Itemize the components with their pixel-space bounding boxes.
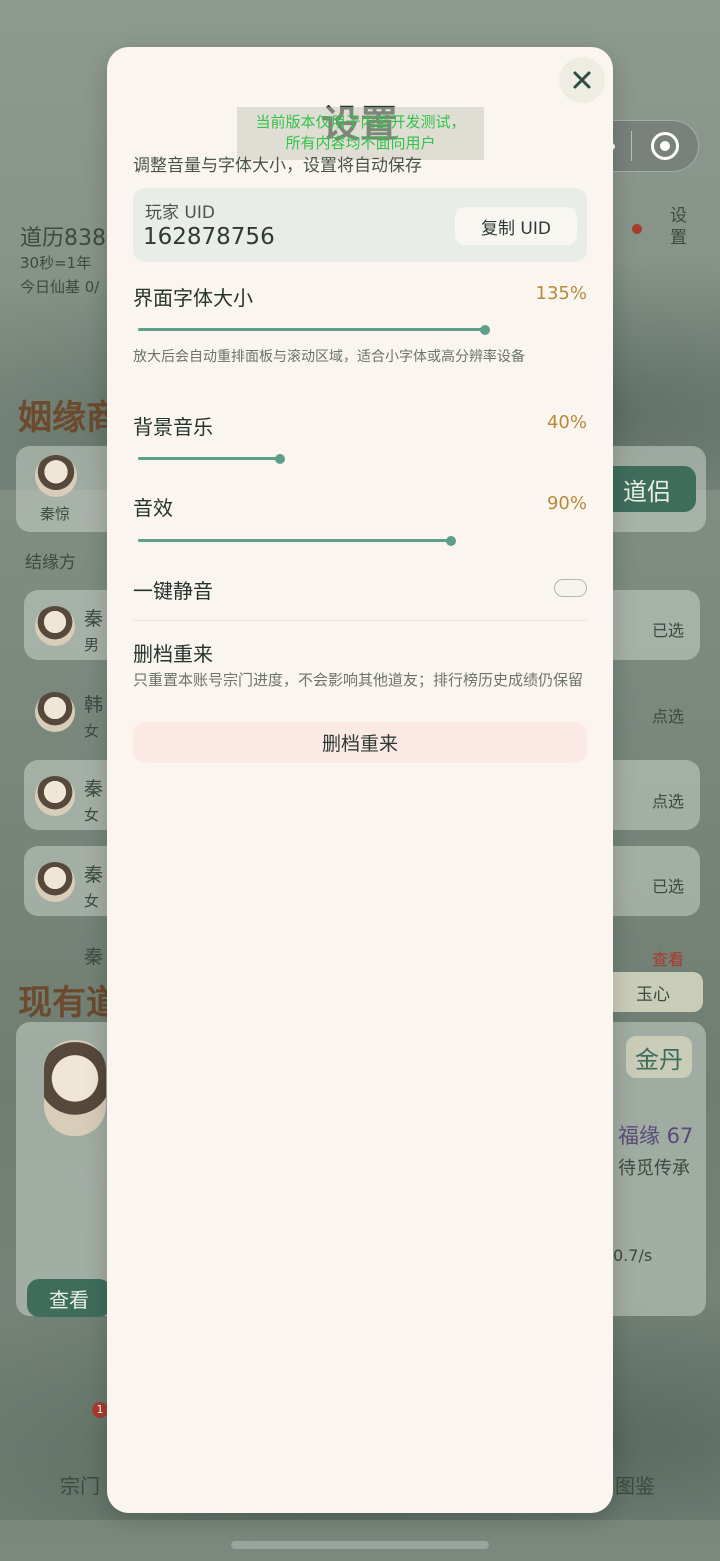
bg-daily-foundation: 今日仙基 0/ (20, 278, 100, 296)
uid-value: 162878756 (143, 224, 275, 250)
bg-avatar (35, 455, 77, 497)
copy-uid-button[interactable]: 复制 UID (455, 207, 577, 245)
slider-thumb[interactable] (446, 536, 456, 546)
exit-miniprogram-button[interactable] (632, 120, 698, 172)
bg-candidate-name: 秦 (84, 608, 104, 630)
bg-realm-badge: 金丹 (626, 1036, 692, 1078)
bg-dao-history: 道历838 (20, 226, 106, 251)
dev-notice-line1: 当前版本仅用于内部开发测试， (255, 113, 466, 131)
bg-nav-atlas[interactable]: 图鉴 (615, 1470, 655, 1499)
bg-jade-heart: 玉心 (603, 972, 703, 1012)
mute-label: 一键静音 (133, 579, 213, 603)
target-circle-icon (650, 132, 679, 160)
slider-thumb[interactable] (275, 454, 285, 464)
settings-modal: 设置 当前版本仅用于内部开发测试， 所有内容均不面向用户 调整音量与字体大小，设… (107, 47, 613, 1513)
slider-track (138, 539, 451, 542)
slider-track (138, 328, 485, 331)
bg-nav-sect[interactable]: 宗门 (60, 1470, 100, 1499)
bg-candidate-name: 秦 (84, 778, 104, 800)
bg-selected-name: 秦惊 (40, 505, 71, 523)
bg-red-dot (632, 224, 642, 234)
sfx-slider[interactable] (138, 536, 490, 546)
bg-settings-button[interactable]: 设置 (670, 205, 690, 249)
slider-track (138, 457, 280, 460)
font-size-hint: 放大后会自动重排面板与滚动区域，适合小字体或高分辨率设备 (133, 349, 525, 365)
bg-candidate-name: 韩 (84, 694, 104, 716)
reset-label: 删档重来 (133, 642, 213, 666)
bg-candidate-name: 秦 (84, 864, 104, 886)
font-size-label: 界面字体大小 (133, 286, 253, 310)
bg-daolv-portrait (44, 1040, 106, 1136)
bg-candidate-gender: 男 (84, 636, 100, 654)
sfx-label: 音效 (133, 496, 173, 520)
bg-candidate-action[interactable]: 已选 (652, 617, 684, 641)
mute-toggle[interactable] (554, 579, 587, 597)
sfx-value: 90% (546, 493, 587, 514)
bg-time-rate: 30秒=1年 (20, 254, 92, 272)
bg-avatar (35, 692, 75, 732)
slider-thumb[interactable] (480, 325, 490, 335)
bg-view-button[interactable]: 查看 (27, 1279, 111, 1317)
reset-button[interactable]: 删档重来 (133, 722, 587, 763)
uid-panel: 玩家 UID 162878756 复制 UID (133, 188, 587, 262)
bgm-slider[interactable] (138, 454, 490, 464)
bg-candidate-action[interactable]: 已选 (652, 873, 684, 897)
bg-avatar (35, 776, 75, 816)
divider (133, 620, 587, 621)
bg-current-daolv-title: 现有道 (18, 983, 120, 1023)
home-indicator (231, 1541, 489, 1549)
bg-candidate-action[interactable]: 查看 (652, 946, 684, 970)
bg-candidate-name: 秦 (84, 946, 104, 968)
bg-candidate-action[interactable]: 点选 (652, 703, 684, 727)
bg-avatar (35, 862, 75, 902)
bgm-label: 背景音乐 (133, 415, 213, 439)
font-size-slider[interactable] (138, 325, 490, 335)
bg-marriage-title: 姻缘商 (18, 398, 120, 438)
bg-fortune: 福缘 67 (618, 1124, 694, 1148)
bg-avatar (35, 606, 75, 646)
bg-candidate-gender: 女 (84, 806, 100, 824)
bg-pending-inheritance: 待觅传承 (618, 1158, 690, 1179)
bg-candidate-gender: 女 (84, 892, 100, 910)
font-size-value: 135% (535, 283, 587, 304)
reset-hint: 只重置本账号宗门进度，不会影响其他道友；排行榜历史成绩仍保留 (133, 671, 584, 689)
settings-subtitle: 调整音量与字体大小，设置将自动保存 (133, 156, 422, 176)
bg-candidate-gender: 女 (84, 722, 100, 740)
bgm-value: 40% (546, 412, 587, 433)
bg-candidate-action[interactable]: 点选 (652, 788, 684, 812)
close-icon (573, 71, 591, 89)
bg-notification-badge: 1 (92, 1402, 108, 1418)
bg-bond-label: 结缘方 (25, 553, 76, 573)
uid-label: 玩家 UID (145, 203, 215, 223)
bg-rate: 0.7/s (613, 1246, 653, 1265)
